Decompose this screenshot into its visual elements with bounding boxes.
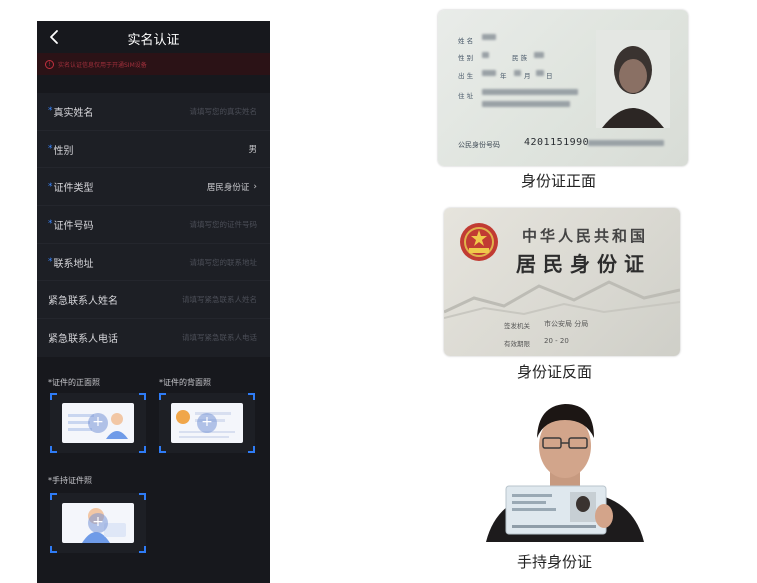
id-type-value[interactable]: 居民身份证 — [207, 181, 250, 193]
upload-back-button[interactable]: + — [159, 393, 255, 453]
id-front-placeholder: + — [62, 403, 134, 443]
validity-value: 20 - 20 — [544, 337, 569, 345]
blurred-year — [482, 70, 496, 76]
real-name-input[interactable]: 请填写您的真实姓名 — [190, 106, 258, 117]
field-emergency-phone[interactable]: 紧急联系人电话 请填写紧急联系人电话 — [37, 319, 270, 357]
validity-label: 有效期限 — [504, 340, 530, 348]
frame-corner — [139, 493, 146, 500]
blurred-month — [514, 70, 521, 76]
hand-held-photo — [486, 404, 644, 542]
field-emergency-name[interactable]: 紧急联系人姓名 请填写紧急联系人姓名 — [37, 281, 270, 320]
page-title: 实名认证 — [127, 33, 180, 48]
id-front-sample: 姓 名 性 别 民 族 出 生 年 月 日 住 址 公民身份号码 4201151… — [438, 10, 688, 166]
gender-value[interactable]: 男 — [248, 143, 257, 155]
id-number-title: 公民身份号码 — [458, 141, 500, 149]
frame-corner — [159, 446, 166, 453]
great-wall-watermark — [444, 280, 680, 319]
field-real-name[interactable]: * 真实姓名 请填写您的真实姓名 — [37, 93, 270, 131]
emergency-name-input[interactable]: 请填写紧急联系人姓名 — [182, 294, 257, 305]
ethnicity-label: 民 族 — [512, 54, 528, 62]
upload-front-label: *证件的正面照 — [48, 378, 100, 387]
address-input[interactable]: 请填写您的联系地址 — [190, 257, 258, 268]
id-back-placeholder: + — [171, 403, 243, 443]
upload-hand-button[interactable]: + — [50, 493, 146, 553]
upload-back-label: *证件的背面照 — [159, 378, 211, 387]
frame-corner — [139, 546, 146, 553]
name-label: 姓 名 — [458, 37, 474, 45]
field-id-type[interactable]: * 证件类型 居民身份证 › — [37, 168, 270, 207]
plus-icon: + — [88, 513, 108, 533]
field-gender[interactable]: * 性别 男 — [37, 131, 270, 169]
upload-hand-label: *手持证件照 — [48, 476, 92, 485]
national-emblem-icon — [460, 223, 498, 261]
notice-bar: ! 实名认证信息仅用于开通SIM设备 — [37, 53, 270, 75]
chevron-right-icon: › — [253, 181, 257, 192]
warning-icon: ! — [45, 59, 54, 69]
plus-icon: + — [197, 413, 217, 433]
plus-icon: + — [88, 413, 108, 433]
field-label: 性别 — [53, 145, 74, 157]
notice-text: 实名认证信息仅用于开通SIM设备 — [58, 61, 147, 69]
field-label: 紧急联系人电话 — [48, 334, 118, 346]
verification-screen: 实名认证 ! 实名认证信息仅用于开通SIM设备 * 真实姓名 请填写您的真实姓名… — [37, 21, 270, 583]
portrait-photo — [596, 30, 670, 128]
hand-held-sample — [486, 398, 644, 542]
id-number-value: 4201151990 — [524, 137, 590, 148]
blurred-day — [536, 70, 544, 76]
id-back-sample: 中华人民共和国 居民身份证 签发机关 市公安局 分局 有效期限 20 - 20 — [444, 208, 680, 356]
required-mark: * — [48, 219, 53, 230]
field-label: 紧急联系人姓名 — [48, 296, 118, 308]
blurred-name — [482, 34, 496, 40]
gender-label: 性 别 — [458, 54, 474, 62]
blurred-gender — [482, 52, 489, 58]
field-label: 真实姓名 — [53, 107, 94, 119]
blurred-address-1 — [482, 89, 578, 95]
field-address[interactable]: * 联系地址 请填写您的联系地址 — [37, 244, 270, 282]
frame-corner — [50, 446, 57, 453]
address-label: 住 址 — [458, 92, 474, 100]
frame-corner — [50, 546, 57, 553]
authority-value: 市公安局 分局 — [544, 320, 589, 328]
birth-label: 出 生 — [458, 72, 474, 80]
country-name: 中华人民共和国 — [522, 227, 649, 245]
id-number-input[interactable]: 请填写您的证件号码 — [190, 219, 258, 230]
year-label: 年 — [500, 72, 507, 80]
blurred-id-tail — [588, 140, 664, 146]
hand-held-placeholder: + — [62, 503, 134, 543]
frame-corner — [248, 446, 255, 453]
frame-corner — [159, 393, 166, 400]
authority-label: 签发机关 — [504, 322, 530, 330]
frame-corner — [248, 393, 255, 400]
required-mark: * — [48, 257, 53, 268]
frame-corner — [50, 493, 57, 500]
nav-bar: 实名认证 — [37, 21, 270, 53]
day-label: 日 — [546, 72, 553, 80]
upload-front-button[interactable]: + — [50, 393, 146, 453]
blurred-ethnicity — [534, 52, 544, 58]
field-label: 联系地址 — [53, 258, 94, 270]
frame-corner — [139, 446, 146, 453]
field-id-number[interactable]: * 证件号码 请填写您的证件号码 — [37, 206, 270, 244]
month-label: 月 — [524, 72, 531, 80]
required-mark: * — [48, 144, 53, 155]
blurred-address-2 — [482, 101, 570, 107]
emergency-phone-input[interactable]: 请填写紧急联系人电话 — [182, 332, 257, 343]
frame-corner — [50, 393, 57, 400]
frame-corner — [139, 393, 146, 400]
front-caption: 身份证正面 — [521, 172, 597, 190]
required-mark: * — [48, 106, 53, 117]
info-form: * 真实姓名 请填写您的真实姓名 * 性别 男 * 证件类型 居民身份证 › *… — [37, 93, 270, 357]
hand-caption: 手持身份证 — [517, 553, 593, 571]
field-label: 证件类型 — [53, 183, 94, 195]
field-label: 证件号码 — [53, 220, 94, 232]
required-mark: * — [48, 181, 53, 192]
back-caption: 身份证反面 — [517, 363, 593, 381]
